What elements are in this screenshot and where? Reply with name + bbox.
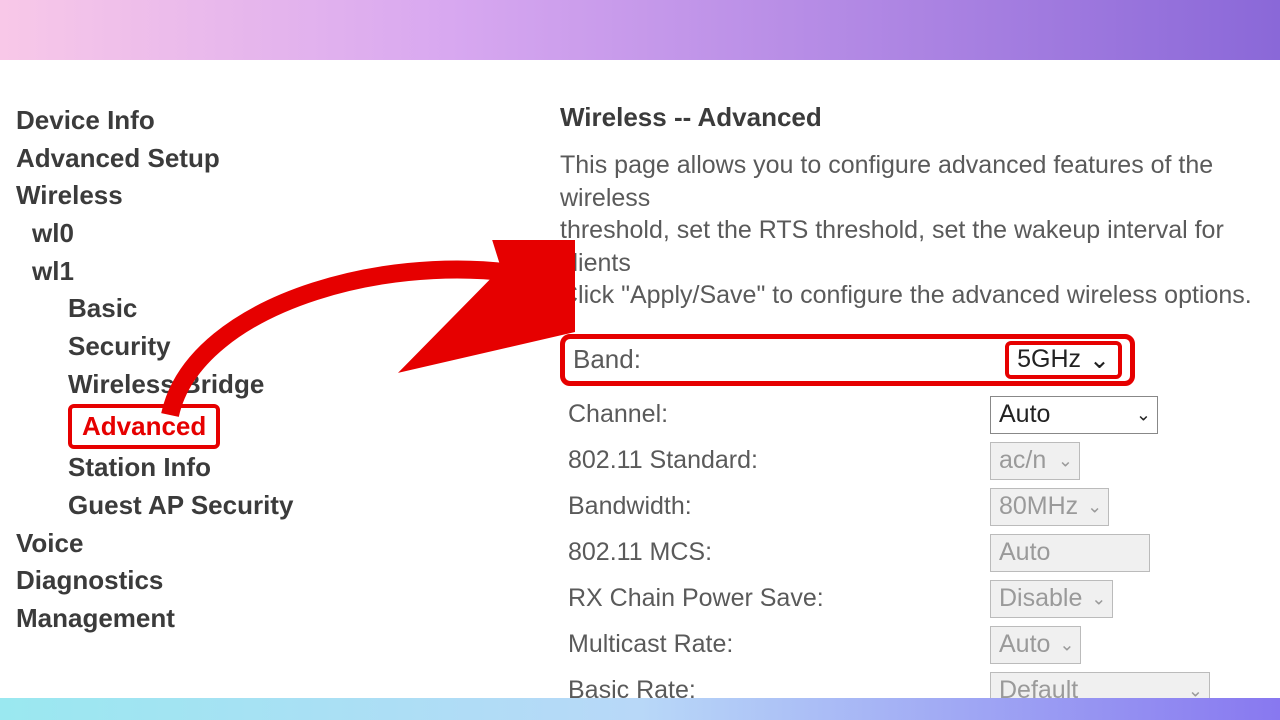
nav-advanced-highlight: Advanced: [68, 404, 220, 450]
label-standard: 802.11 Standard:: [560, 446, 990, 475]
select-mcs[interactable]: Auto: [990, 534, 1150, 572]
select-mcs-value: Auto: [999, 538, 1050, 567]
decorative-top-gradient: [0, 0, 1280, 60]
chevron-down-icon: ⌄: [1091, 588, 1106, 609]
nav-wl0[interactable]: wl0: [32, 215, 365, 253]
nav-management[interactable]: Management: [16, 600, 365, 638]
label-rxchain: RX Chain Power Save:: [560, 584, 990, 613]
row-standard: 802.11 Standard: ac/n ⌄: [560, 438, 1280, 484]
row-multicast: Multicast Rate: Auto ⌄: [560, 622, 1280, 668]
row-band-highlight: Band: 5GHz ⌄: [560, 334, 1135, 386]
main-panel: Wireless -- Advanced This page allows yo…: [365, 60, 1280, 698]
label-bandwidth: Bandwidth:: [560, 492, 990, 521]
nav-diagnostics[interactable]: Diagnostics: [16, 562, 365, 600]
select-standard[interactable]: ac/n ⌄: [990, 442, 1080, 480]
select-band-highlight-box: 5GHz ⌄: [1005, 341, 1122, 379]
label-mcs: 802.11 MCS:: [560, 538, 990, 567]
nav-device-info[interactable]: Device Info: [16, 102, 365, 140]
sidebar: Device Info Advanced Setup Wireless wl0 …: [0, 60, 365, 698]
label-multicast: Multicast Rate:: [560, 630, 990, 659]
row-channel: Channel: Auto ⌄: [560, 392, 1280, 438]
select-band[interactable]: 5GHz ⌄: [1009, 345, 1118, 375]
select-channel-value: Auto: [999, 400, 1050, 429]
chevron-down-icon: ⌄: [1059, 634, 1074, 655]
nav-security[interactable]: Security: [68, 328, 365, 366]
select-bandwidth[interactable]: 80MHz ⌄: [990, 488, 1109, 526]
nav-basic[interactable]: Basic: [68, 290, 365, 328]
label-band: Band:: [573, 344, 1005, 375]
nav-station-info[interactable]: Station Info: [68, 449, 365, 487]
row-rxchain: RX Chain Power Save: Disable ⌄: [560, 576, 1280, 622]
nav-guest-ap-security[interactable]: Guest AP Security: [68, 487, 365, 525]
label-channel: Channel:: [560, 400, 990, 429]
select-rxchain[interactable]: Disable ⌄: [990, 580, 1113, 618]
select-band-value: 5GHz: [1017, 345, 1081, 374]
select-rxchain-value: Disable: [999, 584, 1082, 613]
nav-wireless-bridge[interactable]: Wireless Bridge: [68, 366, 365, 404]
chevron-down-icon: ⌄: [1136, 404, 1151, 425]
page-title: Wireless -- Advanced: [560, 102, 1280, 133]
row-bandwidth: Bandwidth: 80MHz ⌄: [560, 484, 1280, 530]
select-channel[interactable]: Auto ⌄: [990, 396, 1158, 434]
nav-wireless[interactable]: Wireless: [16, 177, 365, 215]
chevron-down-icon: ⌄: [1089, 345, 1110, 375]
decorative-bottom-gradient: [0, 698, 1280, 720]
nav-advanced[interactable]: Advanced: [68, 404, 365, 450]
row-mcs: 802.11 MCS: Auto: [560, 530, 1280, 576]
page-description: This page allows you to configure advanc…: [560, 149, 1280, 312]
select-bandwidth-value: 80MHz: [999, 492, 1078, 521]
select-standard-value: ac/n: [999, 446, 1046, 475]
select-multicast[interactable]: Auto ⌄: [990, 626, 1081, 664]
chevron-down-icon: ⌄: [1087, 496, 1102, 517]
nav-advanced-setup[interactable]: Advanced Setup: [16, 140, 365, 178]
nav-voice[interactable]: Voice: [16, 525, 365, 563]
nav-wl1[interactable]: wl1: [32, 253, 365, 291]
select-multicast-value: Auto: [999, 630, 1050, 659]
chevron-down-icon: ⌄: [1058, 450, 1073, 471]
